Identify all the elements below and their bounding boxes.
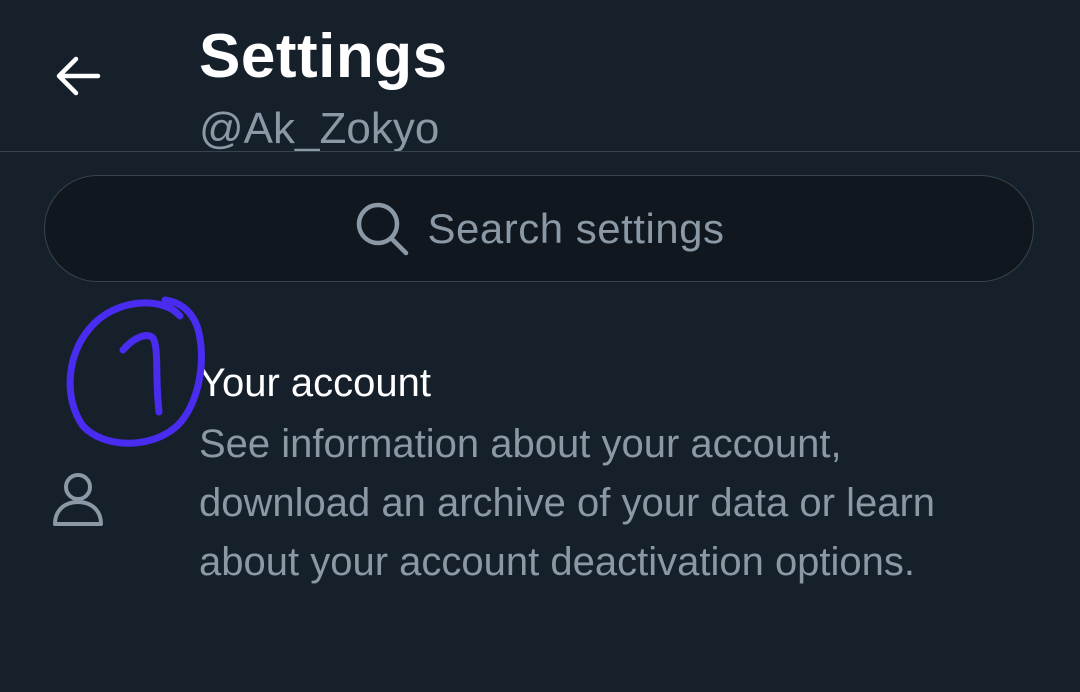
search-placeholder: Search settings — [427, 204, 725, 252]
header: Settings @Ak_Zokyo — [0, 0, 1080, 151]
page-title: Settings — [199, 22, 448, 91]
header-divider — [0, 151, 1080, 152]
search-icon — [354, 201, 410, 257]
user-handle: @Ak_Zokyo — [199, 104, 440, 151]
settings-page: Settings @Ak_Zokyo Search settings Your … — [0, 0, 1080, 692]
settings-item-description: See information about your account, down… — [199, 422, 936, 584]
back-button[interactable] — [50, 48, 106, 104]
arrow-left-icon — [56, 56, 101, 96]
search-input[interactable]: Search settings — [44, 175, 1034, 282]
person-icon — [48, 470, 108, 530]
settings-item-title: Your account — [199, 361, 432, 405]
settings-item-your-account[interactable]: Your account See information about your … — [0, 340, 1080, 660]
